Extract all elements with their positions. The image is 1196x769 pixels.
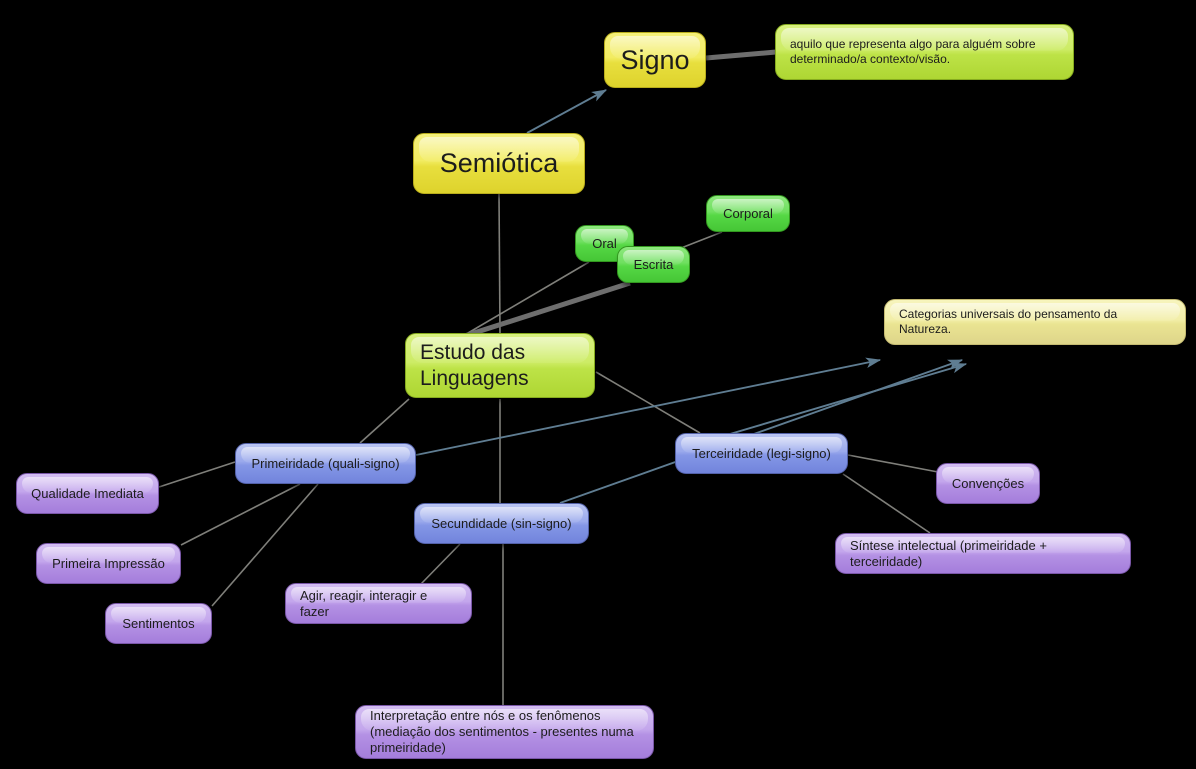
node-label-primeiridade: Primeiridade (quali-signo) [251,455,400,471]
edge-signo-note [705,49,777,61]
edge-estudo-escrita [451,280,631,343]
edge-terceiridade-sintese [842,473,931,534]
node-label-convencoes: Convenções [951,475,1025,491]
node-secundidade[interactable]: Secundidade (sin-signo) [414,503,589,544]
node-label-sintese: Síntese intelectual (primeiridade + terc… [850,537,1047,569]
node-label-interpretacao: Interpretação entre nós e os fenômenos (… [370,708,634,755]
node-label-sentimentos: Sentimentos [122,615,195,631]
node-label-semiotica: Semiótica [439,148,559,179]
node-categorias[interactable]: Categorias universais do pensamento da N… [884,299,1186,345]
node-impressao[interactable]: Primeira Impressão [36,543,181,584]
edge-layer [158,49,968,705]
node-label-escrita: Escrita [633,256,674,272]
node-agir[interactable]: Agir, reagir, interagir e fazer [285,583,472,624]
edge-secundidade-categorias [559,359,964,504]
edge-estudo-primeiridade [359,398,410,444]
node-label-signo: Signo [620,44,690,75]
node-qualidade[interactable]: Qualidade Imediata [16,473,159,514]
node-signo_note[interactable]: aquilo que representa algo para alguém s… [775,24,1074,80]
edge-primeiridade-qualidade [158,461,236,488]
node-signo[interactable]: Signo [604,32,706,88]
node-semiotica[interactable]: Semiótica [413,133,585,194]
edge-semiotica-signo [526,89,608,134]
edge-semiotica-estudo [498,193,501,334]
node-label-categorias: Categorias universais do pensamento da N… [899,307,1118,336]
node-terceiridade[interactable]: Terceiridade (legi-signo) [675,433,848,474]
node-label-impressao: Primeira Impressão [52,555,165,571]
edge-primeiridade-impressao [180,483,301,546]
edge-estudo-oral [467,261,590,334]
edge-terceiridade-convencoes [847,454,939,473]
node-label-estudo: Estudo das Linguagens [420,340,529,390]
node-interpretacao[interactable]: Interpretação entre nós e os fenômenos (… [355,705,654,759]
edge-estudo-terceiridade [595,371,701,434]
node-escrita[interactable]: Escrita [617,246,690,283]
edge-secundidade-agir [419,543,461,586]
node-label-agir: Agir, reagir, interagir e fazer [300,587,428,619]
node-sintese[interactable]: Síntese intelectual (primeiridade + terc… [835,533,1131,574]
node-label-terceiridade: Terceiridade (legi-signo) [692,445,831,461]
node-estudo[interactable]: Estudo das Linguagens [405,333,595,398]
node-sentimentos[interactable]: Sentimentos [105,603,212,644]
node-primeiridade[interactable]: Primeiridade (quali-signo) [235,443,416,484]
node-corporal[interactable]: Corporal [706,195,790,232]
node-label-oral: Oral [592,235,617,251]
node-convencoes[interactable]: Convenções [936,463,1040,504]
node-label-corporal: Corporal [723,205,773,221]
node-label-signo_note: aquilo que representa algo para alguém s… [790,37,1036,66]
node-label-secundidade: Secundidade (sin-signo) [431,515,572,531]
node-label-qualidade: Qualidade Imediata [31,485,144,501]
mindmap-canvas: Signo aquilo que representa algo para alg… [0,0,1196,769]
